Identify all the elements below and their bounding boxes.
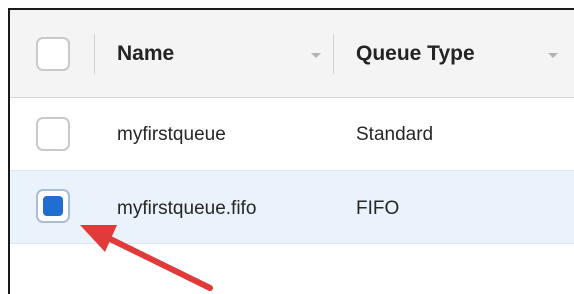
select-all-checkbox[interactable] [36,37,70,71]
sort-name-chevron-down-icon[interactable] [311,53,321,58]
checkbox-checked-indicator [43,196,63,216]
column-header-queue-type[interactable]: Queue Type [356,42,475,66]
row-checkbox-checked[interactable] [36,189,70,223]
queue-name[interactable]: myfirstqueue.fifo [117,198,256,220]
column-header-name[interactable]: Name [117,42,174,66]
column-separator [333,34,334,74]
sort-type-chevron-down-icon[interactable] [548,53,558,58]
queue-type: Standard [356,124,434,145]
column-separator [94,34,95,74]
queue-name[interactable]: myfirstqueue [117,124,226,146]
table-row-selected[interactable]: myfirstqueue.fifo FIFO [10,171,574,244]
table-row[interactable]: myfirstqueue Standard [10,98,574,171]
row-checkbox[interactable] [36,117,70,151]
table-header: Name Queue Type [10,10,574,98]
queue-table: Name Queue Type myfirstqueue Standard my… [8,8,574,294]
queue-type: FIFO [356,198,400,219]
